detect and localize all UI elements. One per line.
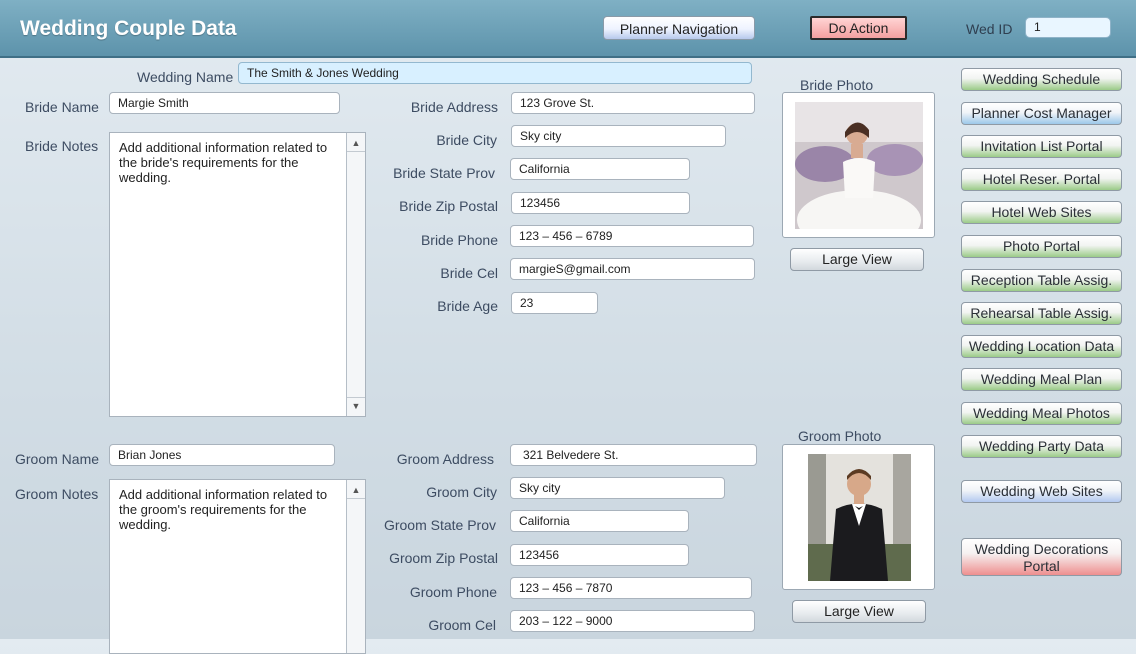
groom-photo-label: Groom Photo [798,428,882,444]
groom-notes-field[interactable]: Add additional information related to th… [109,479,366,654]
sidebar-reception-table-assig-button[interactable]: Reception Table Assig. [961,269,1122,292]
sidebar-wedding-location-data-button[interactable]: Wedding Location Data [961,335,1122,358]
bride-city-label: Bride City [436,132,497,148]
groom-phone-label: Groom Phone [409,584,497,600]
groom-notes-text: Add additional information related to th… [119,487,328,532]
bride-cel-field[interactable]: margieS@gmail.com [510,258,755,280]
bride-notes-label: Bride Notes [25,138,99,154]
bride-photo-label: Bride Photo [800,77,874,93]
groom-photo [808,454,911,581]
groom-zip-label: Groom Zip Postal [389,550,498,566]
bride-photo-frame [782,92,935,238]
bride-name-field[interactable]: Margie Smith [109,92,340,114]
page-title: Wedding Couple Data [20,17,237,40]
sidebar-wedding-schedule-button[interactable]: Wedding Schedule [961,68,1122,91]
bride-phone-label: Bride Phone [420,232,498,248]
sidebar-hotel-reser-portal-button[interactable]: Hotel Reser. Portal [961,168,1122,191]
groom-state-field[interactable]: California [510,510,689,532]
sidebar-wedding-web-sites-button[interactable]: Wedding Web Sites [961,480,1122,503]
wed-id-field[interactable]: 1 [1025,17,1111,38]
bride-zip-label: Bride Zip Postal [399,198,498,214]
bride-name-label: Bride Name [25,99,99,115]
bride-state-label: Bride State Prov [393,165,495,181]
bride-city-field[interactable]: Sky city [511,125,726,147]
groom-address-label: Groom Address [396,451,494,467]
title-bar: Wedding Couple Data Planner Navigation D… [0,0,1136,58]
groom-phone-field[interactable]: 123 – 456 – 7870 [510,577,752,599]
bride-notes-text: Add additional information related to th… [119,140,328,185]
wed-id-label: Wed ID [966,21,1013,37]
bride-address-field[interactable]: 123 Grove St. [511,92,755,114]
bride-age-field[interactable]: 23 [511,292,598,314]
groom-notes-scrollbar[interactable]: ▲ [346,480,365,653]
sidebar-wedding-meal-photos-button[interactable]: Wedding Meal Photos [961,402,1122,425]
bride-cel-label: Bride Cel [440,265,498,281]
bride-notes-scrollbar[interactable]: ▲ ▼ [346,133,365,416]
bride-address-label: Bride Address [410,99,498,115]
scroll-up-arrow-icon[interactable]: ▲ [347,482,365,499]
bride-zip-field[interactable]: 123456 [511,192,690,214]
groom-city-label: Groom City [426,484,497,500]
scroll-down-arrow-icon[interactable]: ▼ [347,397,365,414]
sidebar-photo-portal-button[interactable]: Photo Portal [961,235,1122,258]
bride-state-field[interactable]: California [510,158,690,180]
groom-notes-label: Groom Notes [15,486,99,502]
sidebar-invitation-list-portal-button[interactable]: Invitation List Portal [961,135,1122,158]
groom-name-field[interactable]: Brian Jones [109,444,335,466]
groom-name-label: Groom Name [15,451,100,467]
scroll-up-arrow-icon[interactable]: ▲ [347,135,365,152]
wedding-name-label: Wedding Name [137,69,234,85]
bride-notes-field[interactable]: Add additional information related to th… [109,132,366,417]
groom-city-field[interactable]: Sky city [510,477,725,499]
sidebar-wedding-decorations-portal-button[interactable]: Wedding Decorations Portal [961,538,1122,576]
sidebar-hotel-web-sites-button[interactable]: Hotel Web Sites [961,201,1122,224]
groom-cel-field[interactable]: 203 – 122 – 9000 [510,610,755,632]
groom-photo-frame [782,444,935,590]
groom-zip-field[interactable]: 123456 [510,544,689,566]
planner-navigation-button[interactable]: Planner Navigation [603,16,755,40]
bride-photo [795,102,923,229]
groom-cel-label: Groom Cel [428,617,496,633]
sidebar-planner-cost-manager-button[interactable]: Planner Cost Manager [961,102,1122,125]
groom-state-label: Groom State Prov [383,517,496,533]
wedding-name-field[interactable]: The Smith & Jones Wedding [238,62,752,84]
sidebar-wedding-party-data-button[interactable]: Wedding Party Data [961,435,1122,458]
sidebar-rehearsal-table-assig-button[interactable]: Rehearsal Table Assig. [961,302,1122,325]
do-action-button[interactable]: Do Action [810,16,907,40]
bride-age-label: Bride Age [437,298,498,314]
groom-large-view-button[interactable]: Large View [792,600,926,623]
bride-phone-field[interactable]: 123 – 456 – 6789 [510,225,754,247]
groom-address-field[interactable]: 321 Belvedere St. [510,444,757,466]
sidebar-wedding-meal-plan-button[interactable]: Wedding Meal Plan [961,368,1122,391]
bride-large-view-button[interactable]: Large View [790,248,924,271]
